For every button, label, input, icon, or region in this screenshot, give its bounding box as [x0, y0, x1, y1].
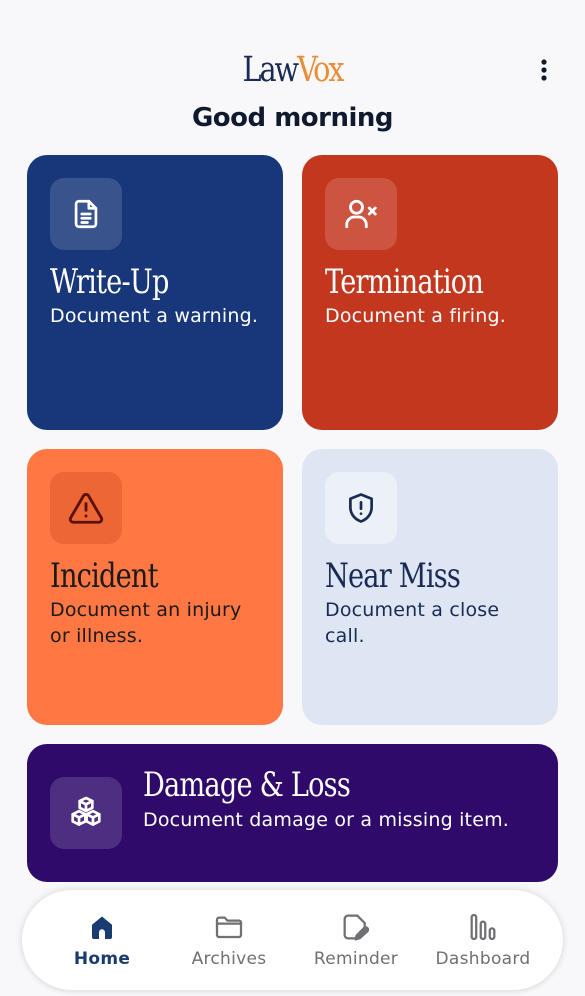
incident-title: Incident: [50, 556, 159, 596]
greeting-title: Good morning: [191, 103, 394, 133]
incident-description: Document an injury or illness.: [50, 599, 242, 647]
folder-icon: [215, 916, 243, 939]
near-miss-icon-box: [325, 472, 397, 544]
nav-label-archives: Archives: [191, 949, 267, 969]
damage-loss-icon-box: [50, 777, 122, 849]
more-vertical-icon: [541, 59, 547, 81]
bar-chart-icon: [470, 913, 496, 941]
nav-dashboard-icon-wrap: [466, 910, 500, 944]
incident-icon-box: [50, 472, 122, 544]
nav-item-home[interactable]: Home: [38, 890, 166, 990]
bottom-nav: Home Archives Reminder Dashboard: [22, 890, 563, 990]
near-miss-card[interactable]: Near Miss Document a close call.: [302, 449, 558, 725]
write-up-description: Document a warning.: [50, 305, 259, 327]
damage-loss-description: Document damage or a missing item.: [143, 809, 510, 831]
write-up-card[interactable]: Write-Up Document a warning.: [27, 155, 283, 430]
termination-title: Termination: [325, 262, 484, 302]
warning-triangle-icon: [68, 493, 104, 524]
incident-card[interactable]: Incident Document an injury or illness.: [27, 449, 283, 725]
nav-item-reminder[interactable]: Reminder: [292, 890, 420, 990]
brand-law: Law: [242, 50, 299, 90]
near-miss-title: Near Miss: [325, 556, 461, 596]
termination-description: Document a firing.: [325, 305, 506, 327]
more-menu-button[interactable]: [528, 54, 560, 86]
shield-alert-icon: [349, 493, 373, 523]
document-icon: [74, 199, 98, 229]
nav-label-home: Home: [73, 949, 131, 969]
write-up-icon-box: [50, 178, 122, 250]
home-icon: [92, 916, 112, 939]
user-remove-icon: [345, 199, 377, 229]
note-edit-icon: [343, 914, 370, 941]
damage-loss-card[interactable]: Damage & Loss Document damage or a missi…: [27, 744, 558, 882]
brand-vox: Vox: [297, 50, 344, 90]
nav-home-icon-wrap: [85, 910, 119, 944]
app-logo: LawVox: [53, 48, 533, 92]
nav-item-dashboard[interactable]: Dashboard: [419, 890, 547, 990]
nav-item-archives[interactable]: Archives: [165, 890, 293, 990]
nav-label-dashboard: Dashboard: [435, 949, 531, 969]
termination-card[interactable]: Termination Document a firing.: [302, 155, 558, 430]
near-miss-description: Document a close call.: [325, 599, 500, 647]
cubes-icon: [71, 796, 101, 826]
termination-icon-box: [325, 178, 397, 250]
nav-archives-icon-wrap: [212, 910, 246, 944]
nav-label-reminder: Reminder: [313, 949, 399, 969]
damage-loss-title: Damage & Loss: [143, 765, 351, 805]
write-up-title: Write-Up: [50, 262, 169, 302]
nav-reminder-icon-wrap: [339, 910, 373, 944]
